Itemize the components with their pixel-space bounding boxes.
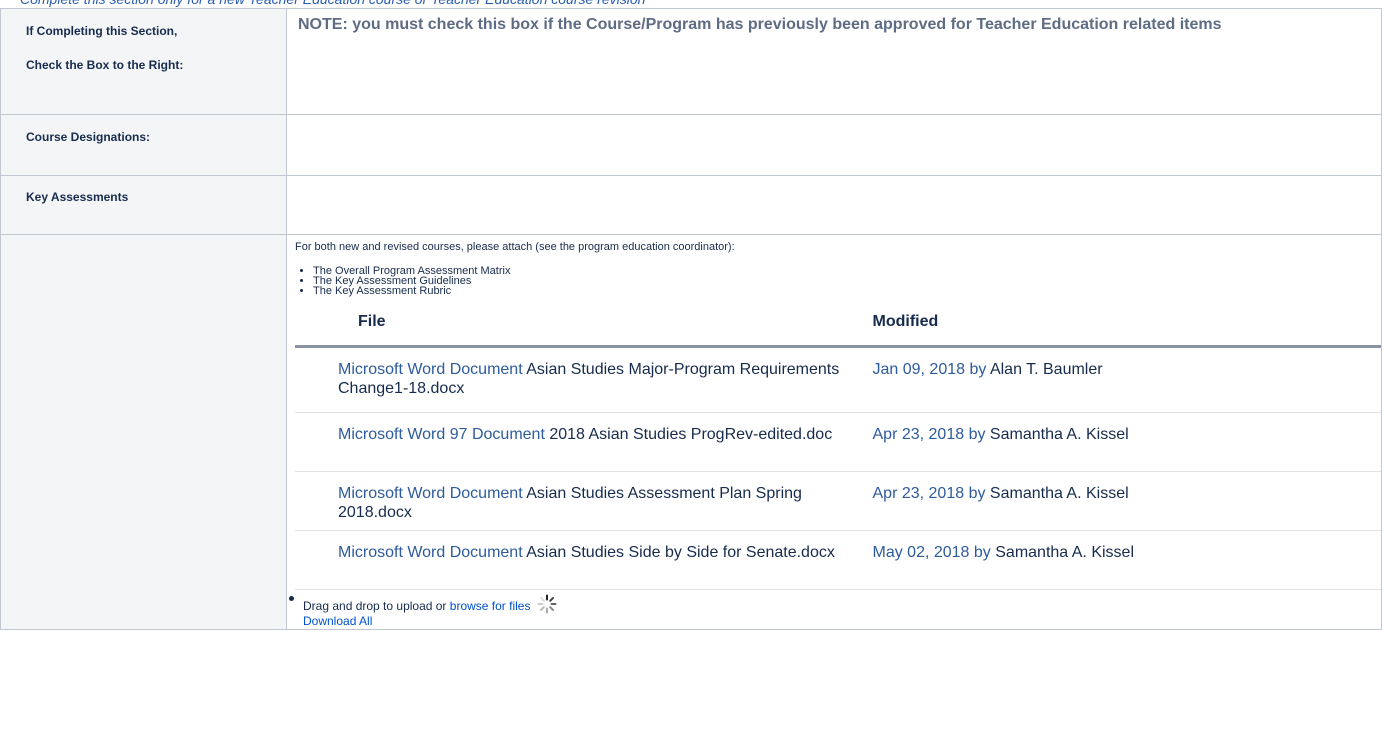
list-item: The Key Assessment Rubric bbox=[313, 286, 1371, 297]
file-name[interactable]: 2018 Asian Studies ProgRev-edited.doc bbox=[549, 426, 832, 443]
course-designations-row: Course Designations: bbox=[0, 114, 1382, 176]
key-assessments-header: Key Assessments bbox=[0, 175, 287, 235]
teacher-education-table: If Completing this Section, Check the Bo… bbox=[0, 8, 1382, 630]
attachment-file-cell: Microsoft Word 97 Document 2018 Asian St… bbox=[295, 412, 859, 472]
file-type-link[interactable]: Microsoft Word Document bbox=[338, 485, 523, 502]
teacher-ed-header-line2: Check the Box to the Right: bbox=[26, 58, 184, 72]
attachment-modified-cell: Apr 23, 2018 by Samantha A. Kissel bbox=[858, 412, 1382, 472]
table-row: Microsoft Word Document Asian Studies As… bbox=[295, 471, 1382, 531]
attachment-file-cell: Microsoft Word Document Asian Studies Ma… bbox=[295, 346, 859, 413]
list-item: The Key Assessment Guidelines bbox=[313, 276, 1371, 287]
upload-text: Drag and drop to upload or bbox=[303, 599, 447, 613]
modified-date-link[interactable]: Apr 23, 2018 by bbox=[873, 485, 986, 502]
attachments-cell: For both new and revised courses, please… bbox=[286, 234, 1382, 630]
attachment-modified-cell: May 02, 2018 by Samantha A. Kissel bbox=[858, 530, 1382, 590]
key-assessments-row: Key Assessments bbox=[0, 175, 1382, 235]
table-row: Microsoft Word Document Asian Studies Si… bbox=[295, 530, 1382, 590]
loading-spinner-icon bbox=[537, 594, 557, 614]
attachments-row: For both new and revised courses, please… bbox=[0, 234, 1382, 630]
attachments-table-header: File Modified bbox=[295, 313, 1382, 348]
browse-files-link[interactable]: browse for files bbox=[450, 599, 531, 613]
modified-author: Samantha A. Kissel bbox=[989, 426, 1129, 443]
table-row: Microsoft Word 97 Document 2018 Asian St… bbox=[295, 412, 1382, 472]
attachment-file-cell: Microsoft Word Document Asian Studies As… bbox=[295, 471, 859, 531]
modified-author: Samantha A. Kissel bbox=[989, 485, 1129, 502]
attachment-file-cell: Microsoft Word Document Asian Studies Si… bbox=[295, 530, 859, 590]
upload-area[interactable]: Drag and drop to upload or browse for fi… bbox=[289, 594, 1371, 629]
modified-date-link[interactable]: May 02, 2018 by bbox=[873, 544, 991, 561]
teacher-ed-row: If Completing this Section, Check the Bo… bbox=[0, 8, 1382, 115]
download-all-link[interactable]: Download All bbox=[303, 614, 372, 628]
required-attachments-list: The Overall Program Assessment Matrix Th… bbox=[295, 266, 1371, 297]
teacher-ed-note-cell: NOTE: you must check this box if the Cou… bbox=[286, 8, 1382, 115]
teacher-ed-header-cell: If Completing this Section, Check the Bo… bbox=[0, 8, 287, 115]
attachments-header-cell bbox=[0, 234, 287, 630]
file-type-link[interactable]: Microsoft Word Document bbox=[338, 361, 523, 378]
file-column-header[interactable]: File bbox=[295, 313, 859, 348]
file-type-link[interactable]: Microsoft Word Document bbox=[338, 544, 523, 561]
attachments-table: File Modified Microsoft Word Document As… bbox=[295, 313, 1382, 590]
section-instruction-note: Complete this section only for a new Tea… bbox=[20, 0, 645, 8]
teacher-ed-header-line1: If Completing this Section, bbox=[26, 24, 178, 38]
key-assessments-value bbox=[286, 175, 1382, 235]
course-designations-value bbox=[286, 114, 1382, 176]
list-item: The Overall Program Assessment Matrix bbox=[313, 266, 1371, 277]
teacher-ed-note: NOTE: you must check this box if the Cou… bbox=[298, 16, 1222, 33]
bullet-dot bbox=[289, 596, 294, 601]
file-name[interactable]: Asian Studies Side by Side for Senate.do… bbox=[526, 544, 835, 561]
modified-date-link[interactable]: Jan 09, 2018 by bbox=[873, 361, 987, 378]
modified-date-link[interactable]: Apr 23, 2018 by bbox=[873, 426, 986, 443]
attachments-intro: For both new and revised courses, please… bbox=[295, 241, 735, 253]
table-row: Microsoft Word Document Asian Studies Ma… bbox=[295, 346, 1382, 413]
modified-author: Samantha A. Kissel bbox=[995, 544, 1134, 561]
file-type-link[interactable]: Microsoft Word 97 Document bbox=[338, 426, 545, 443]
attachment-modified-cell: Apr 23, 2018 by Samantha A. Kissel bbox=[858, 471, 1382, 531]
modified-author: Alan T. Baumler bbox=[989, 361, 1103, 378]
course-designations-header: Course Designations: bbox=[0, 114, 287, 176]
modified-column-header[interactable]: Modified bbox=[858, 313, 1382, 348]
attachment-modified-cell: Jan 09, 2018 by Alan T. Baumler bbox=[858, 346, 1382, 413]
